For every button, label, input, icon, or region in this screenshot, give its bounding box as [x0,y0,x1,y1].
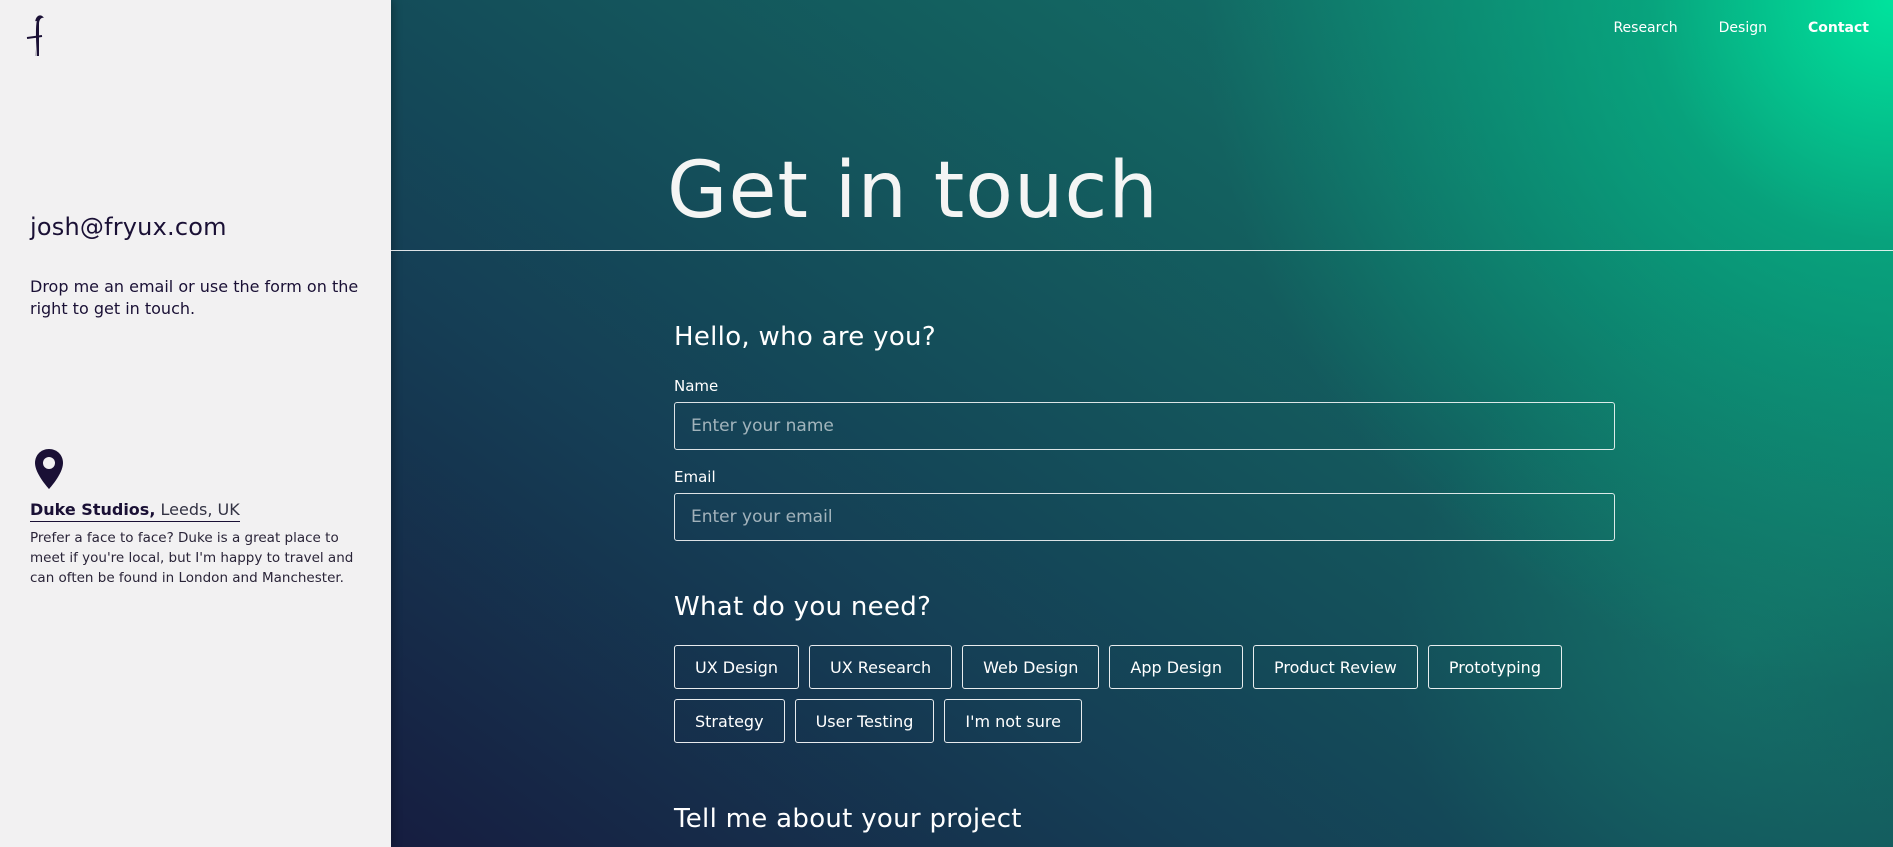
email-input[interactable] [674,493,1615,541]
email-label: Email [674,468,716,486]
location-city: Leeds, UK [160,500,240,519]
contact-email[interactable]: josh@fryux.com [30,213,227,241]
service-options-row-1: UX Design UX Research Web Design App Des… [674,645,1562,689]
service-options-row-2: Strategy User Testing I'm not sure [674,699,1082,743]
service-not-sure-button[interactable]: I'm not sure [944,699,1082,743]
location-description: Prefer a face to face? Duke is a great p… [30,530,354,586]
service-ux-research-button[interactable]: UX Research [809,645,953,689]
service-prototyping-button[interactable]: Prototyping [1427,645,1562,689]
script-f-logo[interactable] [24,12,54,58]
name-input[interactable] [674,402,1615,450]
nav-design[interactable]: Design [1719,20,1767,36]
location-link[interactable]: Duke Studios, Leeds, UK [30,500,240,522]
nav-research[interactable]: Research [1613,20,1677,36]
location-studio: Duke Studios, [30,500,156,519]
need-heading: What do you need? [674,592,932,622]
contact-sidebar: josh@fryux.com Drop me an email or use t… [0,0,391,847]
project-heading: Tell me about your project [674,804,1022,834]
title-divider [391,250,1893,251]
nav-contact[interactable]: Contact [1808,20,1869,36]
top-nav: Research Design Contact [1613,20,1869,36]
service-user-testing-button[interactable]: User Testing [794,699,935,743]
service-app-design-button[interactable]: App Design [1109,645,1243,689]
service-ux-design-button[interactable]: UX Design [674,645,799,689]
map-pin-icon [35,449,63,489]
contact-blurb: Drop me an email or use the form on the … [30,277,359,318]
service-product-review-button[interactable]: Product Review [1252,645,1418,689]
contact-main: Research Design Contact Get in touch Hel… [391,0,1893,847]
who-heading: Hello, who are you? [674,322,936,352]
page-title: Get in touch [667,146,1159,236]
service-web-design-button[interactable]: Web Design [962,645,1100,689]
name-label: Name [674,377,719,395]
service-strategy-button[interactable]: Strategy [674,699,785,743]
